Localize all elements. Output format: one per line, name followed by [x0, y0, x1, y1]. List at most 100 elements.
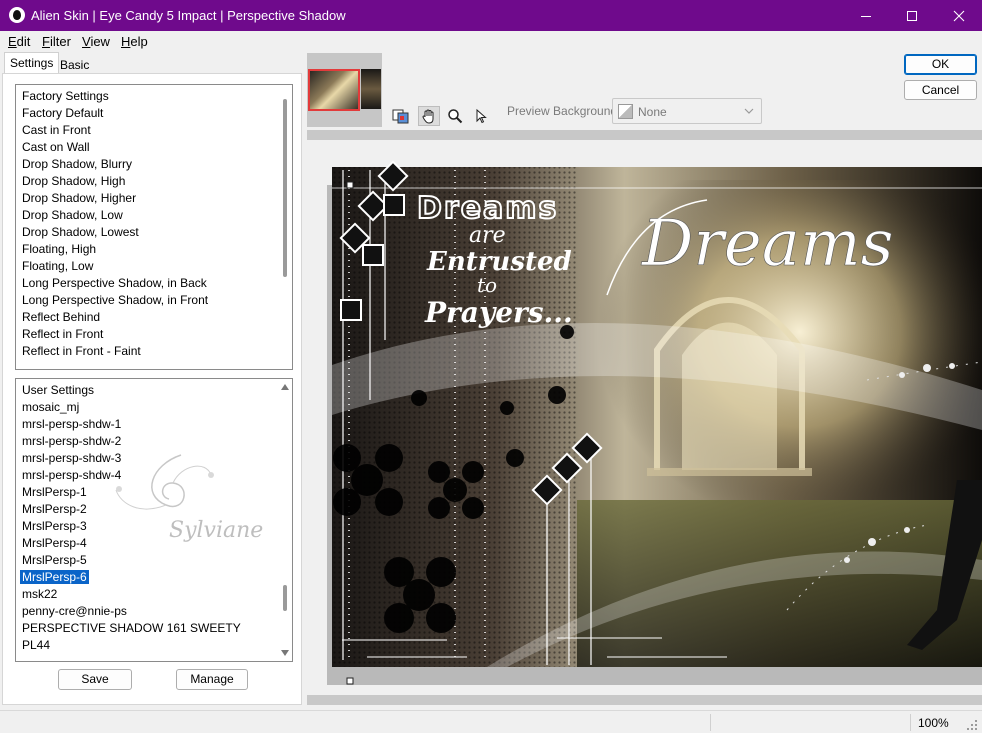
list-item[interactable]: MrslPersp-3 — [16, 518, 292, 535]
list-item-label: msk22 — [22, 587, 58, 601]
list-item-label: MrslPersp-2 — [22, 502, 87, 516]
maximize-icon — [907, 10, 917, 21]
list-item[interactable]: Drop Shadow, Low — [16, 207, 292, 224]
navigator-view-frame[interactable] — [308, 69, 360, 111]
list-item[interactable]: Floating, High — [16, 241, 292, 258]
list-item[interactable]: MrslPersp-2 — [16, 501, 292, 518]
factory-scroll-thumb[interactable] — [283, 99, 287, 277]
list-item[interactable]: mosaic_mj — [16, 399, 292, 416]
list-item[interactable]: Floating, Low — [16, 258, 292, 275]
tab-settings[interactable]: Settings — [4, 52, 60, 73]
list-item[interactable]: Long Perspective Shadow, in Back — [16, 275, 292, 292]
list-item-label: penny-cre@nnie-ps — [22, 604, 127, 618]
zoom-level: 100% — [918, 716, 949, 730]
preview-background-label: Preview Background: — [507, 104, 621, 118]
factory-settings-items: Factory Default Cast in Front Cast on Wall… — [16, 105, 292, 360]
list-item-label: Long Perspective Shadow, in Back — [22, 276, 207, 290]
cancel-button[interactable]: Cancel — [904, 80, 977, 100]
list-item[interactable]: MrslPersp-5 — [16, 552, 292, 569]
list-item[interactable]: Drop Shadow, Blurry — [16, 156, 292, 173]
resize-grip-icon[interactable] — [966, 719, 978, 731]
list-item[interactable]: mrsl-persp-shdw-2 — [16, 433, 292, 450]
preview-toggle-button[interactable] — [390, 106, 412, 126]
list-item-label: MrslPersp-4 — [22, 536, 87, 550]
list-item-label: MrslPersp-5 — [22, 553, 87, 567]
menu-help[interactable]: Help — [121, 34, 148, 49]
list-item-label: Drop Shadow, Higher — [22, 191, 137, 205]
scroll-down-arrow-icon[interactable] — [281, 650, 289, 656]
list-item[interactable]: Reflect in Front — [16, 326, 292, 343]
pointer-arrow-icon — [476, 108, 487, 124]
list-item[interactable]: MrslPersp-6 — [16, 569, 292, 586]
factory-scrollbar[interactable] — [278, 85, 292, 369]
list-item[interactable]: MrslPersp-4 — [16, 535, 292, 552]
background-swatch-icon — [618, 104, 633, 119]
menu-filter[interactable]: Filter — [42, 34, 71, 49]
minimize-button[interactable] — [843, 0, 889, 31]
preview-background-value: None — [638, 105, 667, 119]
preview-text-script-dreams: Dreams — [641, 207, 893, 281]
list-item[interactable]: mrsl-persp-shdw-3 — [16, 450, 292, 467]
manage-button[interactable]: Manage — [176, 669, 248, 690]
factory-settings-list[interactable]: Factory Settings Factory Default Cast in … — [15, 84, 293, 370]
list-item[interactable]: penny-cre@nnie-ps — [16, 603, 292, 620]
user-scroll-thumb[interactable] — [283, 585, 287, 611]
list-item[interactable]: MrslPersp-1 — [16, 484, 292, 501]
list-item-label: MrslPersp-1 — [22, 485, 87, 499]
preview-text-entrusted: Entrusted — [426, 247, 572, 277]
list-item-label: Drop Shadow, High — [22, 174, 126, 188]
zoom-tool-button[interactable] — [444, 106, 466, 126]
hand-tool-button[interactable] — [418, 106, 440, 126]
list-item[interactable]: Long Perspective Shadow, in Front — [16, 292, 292, 309]
list-item-label: Long Perspective Shadow, in Front — [22, 293, 209, 307]
chevron-down-icon — [744, 108, 754, 114]
alien-skin-app-icon — [9, 7, 25, 23]
preview-background-select[interactable]: None — [612, 98, 762, 124]
close-icon — [953, 10, 965, 21]
list-item[interactable]: Reflect in Front - Faint — [16, 343, 292, 360]
list-item[interactable]: Drop Shadow, Higher — [16, 190, 292, 207]
preview-area[interactable]: Dreams are Entrusted to Prayers... Dream… — [307, 130, 982, 705]
user-settings-list[interactable]: Sylviane User Settings mosaic_mj mrsl-per… — [15, 378, 293, 662]
status-bar: 100% — [0, 710, 982, 733]
list-item-label: PL44 — [22, 638, 51, 652]
user-scrollbar[interactable] — [278, 379, 292, 661]
preview-image[interactable]: Dreams are Entrusted to Prayers... Dream… — [307, 140, 982, 695]
list-item-label: Floating, Low — [22, 259, 94, 273]
minimize-icon — [861, 15, 871, 17]
list-item[interactable]: msk22 — [16, 586, 292, 603]
pointer-tool-button[interactable] — [470, 106, 492, 126]
list-item[interactable]: Drop Shadow, Lowest — [16, 224, 292, 241]
list-item[interactable]: Drop Shadow, High — [16, 173, 292, 190]
list-item[interactable]: Factory Default — [16, 105, 292, 122]
list-item[interactable]: mrsl-persp-shdw-1 — [16, 416, 292, 433]
scroll-up-arrow-icon[interactable] — [281, 384, 289, 390]
title-bar: Alien Skin | Eye Candy 5 Impact | Perspe… — [0, 0, 982, 31]
maximize-button[interactable] — [889, 0, 935, 31]
preview-canvas[interactable]: Dreams are Entrusted to Prayers... Dream… — [307, 140, 982, 695]
list-item[interactable]: PERSPECTIVE SHADOW 161 SWEETY — [16, 620, 292, 637]
list-item[interactable]: Cast on Wall — [16, 139, 292, 156]
hand-icon — [422, 109, 434, 124]
list-item-label: Drop Shadow, Blurry — [22, 157, 133, 171]
list-item[interactable]: Cast in Front — [16, 122, 292, 139]
list-item[interactable]: PL44 — [16, 637, 292, 654]
menu-view[interactable]: View — [82, 34, 110, 49]
navigator-thumbnail[interactable] — [307, 53, 382, 127]
list-item[interactable]: Reflect Behind — [16, 309, 292, 326]
list-item-label: PERSPECTIVE SHADOW 161 SWEETY — [22, 621, 241, 635]
list-item-label: MrslPersp-3 — [22, 519, 87, 533]
list-item-label: Cast in Front — [22, 123, 91, 137]
save-button[interactable]: Save — [58, 669, 132, 690]
close-button[interactable] — [936, 0, 982, 31]
list-item-label: Cast on Wall — [22, 140, 90, 154]
factory-settings-header: Factory Settings — [22, 89, 109, 103]
ok-button[interactable]: OK — [904, 54, 977, 75]
list-item-label: mrsl-persp-shdw-1 — [22, 417, 122, 431]
list-item[interactable]: mrsl-persp-shdw-4 — [16, 467, 292, 484]
menu-bar: Edit Filter View Help — [0, 31, 982, 51]
list-item-label: Drop Shadow, Lowest — [22, 225, 139, 239]
menu-edit[interactable]: Edit — [8, 34, 30, 49]
list-item-label: mosaic_mj — [22, 400, 80, 414]
list-item-label: mrsl-persp-shdw-2 — [22, 434, 122, 448]
